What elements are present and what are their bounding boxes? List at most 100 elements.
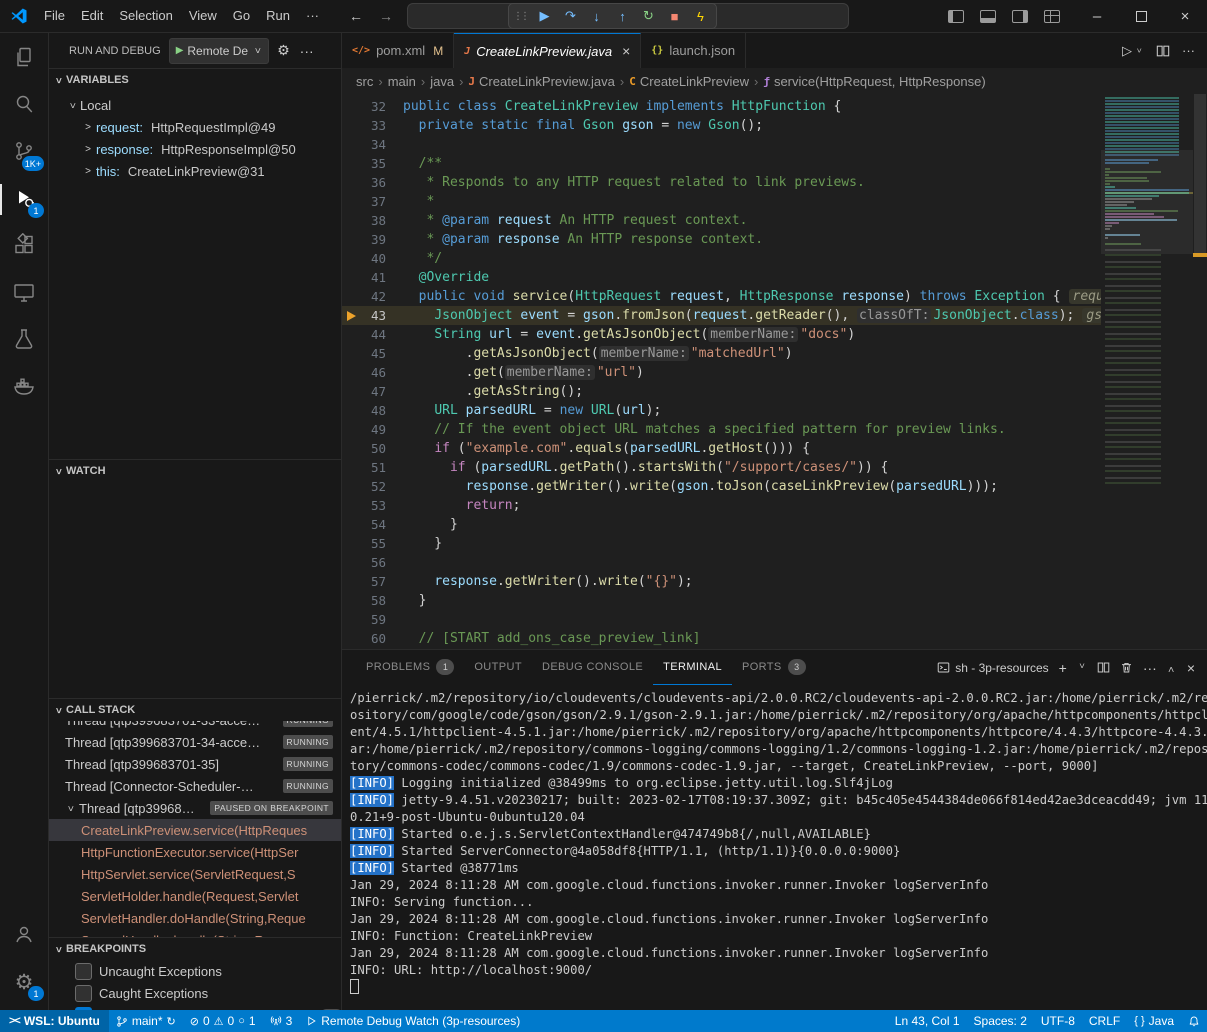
stack-frame[interactable]: HttpServlet.service(ServletRequest,S <box>49 863 341 885</box>
sidebar-more-icon[interactable]: ··· <box>298 43 316 59</box>
activity-search[interactable] <box>0 82 48 129</box>
continue-button[interactable]: ▶ <box>532 6 557 27</box>
launch-config-picker[interactable]: ▶ Remote De > <box>169 38 269 64</box>
panel-tab-problems[interactable]: PROBLEMS1 <box>356 650 464 684</box>
breakpoint-row[interactable]: Caught Exceptions <box>49 982 341 1004</box>
kill-terminal-icon[interactable] <box>1120 661 1133 674</box>
breakpoint-checkbox[interactable] <box>75 963 92 980</box>
menu-item-[interactable]: ··· <box>298 5 327 27</box>
breakpoint-row[interactable]: Uncaught Exceptions <box>49 960 341 982</box>
breakpoints-header[interactable]: >BREAKPOINTS <box>49 938 341 960</box>
stack-frame[interactable]: ServletHandler.doHandle(String,Reque <box>49 907 341 929</box>
ports-forwarded[interactable]: 3 <box>263 1010 300 1032</box>
toggle-secondary-sidebar-icon[interactable] <box>1007 4 1033 28</box>
editor-more-icon[interactable]: ··· <box>1182 43 1195 58</box>
step-out-button[interactable]: ↑ <box>610 6 635 27</box>
call-stack-header[interactable]: >CALL STACK <box>49 699 341 721</box>
activity-extensions[interactable] <box>0 223 48 270</box>
tab-createlinkpreview-java[interactable]: JCreateLinkPreview.java× <box>454 33 641 68</box>
call-stack-thread[interactable]: >Thread [qtp39968…PAUSED ON BREAKPOINT <box>49 797 341 819</box>
call-stack-thread[interactable]: Thread [Connector-Scheduler-…RUNNING <box>49 775 341 797</box>
hot-code-replace-button[interactable]: ϟ <box>688 6 713 27</box>
breadcrumb-item[interactable]: JCreateLinkPreview.java <box>468 74 614 89</box>
terminal-output[interactable]: /pierrick/.m2/repository/io/cloudevents/… <box>342 685 1207 1010</box>
activity-remote-explorer[interactable] <box>0 270 48 317</box>
forward-button[interactable]: → <box>379 8 393 24</box>
cursor-position[interactable]: Ln 43, Col 1 <box>888 1010 967 1032</box>
active-terminal-label[interactable]: sh - 3p-resources <box>937 661 1048 675</box>
code-editor[interactable]: 32public class CreateLinkPreview impleme… <box>342 94 1207 649</box>
toggle-panel-icon[interactable] <box>975 4 1001 28</box>
variables-header[interactable]: >VARIABLES <box>49 69 341 91</box>
split-editor-icon[interactable] <box>1156 44 1170 58</box>
maximize-button[interactable] <box>1119 0 1163 32</box>
problems[interactable]: ⊘0⚠0○1 <box>183 1010 263 1032</box>
debug-gear-icon[interactable]: ⚙ <box>275 42 292 59</box>
activity-run-and-debug[interactable]: 1 <box>0 176 48 223</box>
menu-item-view[interactable]: View <box>181 5 225 27</box>
language-mode[interactable]: { }Java <box>1127 1010 1181 1032</box>
stack-frame[interactable]: CreateLinkPreview.service(HttpReques <box>49 819 341 841</box>
maximize-panel-icon[interactable]: > <box>1166 663 1177 673</box>
panel-tab-terminal[interactable]: TERMINAL <box>653 650 732 685</box>
menu-item-edit[interactable]: Edit <box>73 5 111 27</box>
drag-grip-icon[interactable]: ⋮⋮ <box>513 11 527 22</box>
scrollbar-slider[interactable] <box>1194 94 1206 254</box>
minimize-button[interactable]: – <box>1075 0 1119 32</box>
disconnect-button[interactable]: ■ <box>662 6 687 27</box>
breadcrumb-item[interactable]: src <box>356 74 373 89</box>
editor-scrollbar[interactable] <box>1193 94 1207 649</box>
breakpoint-checkbox[interactable]: ✓ <box>75 1007 92 1011</box>
variable-row[interactable]: >request:HttpRequestImpl@49 <box>49 116 341 138</box>
eol[interactable]: CRLF <box>1082 1010 1127 1032</box>
indentation[interactable]: Spaces: 2 <box>967 1010 1034 1032</box>
panel-tab-ports[interactable]: PORTS3 <box>732 650 816 684</box>
terminal-dropdown-icon[interactable]: > <box>1077 663 1087 673</box>
stack-frame[interactable]: ServletHolder.handle(Request,Servlet <box>49 885 341 907</box>
command-center[interactable]: ⋮⋮▶↷↓↑↻■ϟ <box>407 3 849 29</box>
step-over-button[interactable]: ↷ <box>558 6 583 27</box>
activity-testing[interactable] <box>0 317 48 364</box>
call-stack-thread[interactable]: Thread [qtp399683701-34-acce…RUNNING <box>49 731 341 753</box>
menu-item-run[interactable]: Run <box>258 5 298 27</box>
restart-button[interactable]: ↻ <box>636 6 661 27</box>
call-stack-thread[interactable]: Thread [qtp399683701-33-acce…RUNNING <box>49 721 341 731</box>
activity-explorer[interactable] <box>0 35 48 82</box>
activity-manage[interactable]: ⚙1 <box>0 959 48 1006</box>
encoding[interactable]: UTF-8 <box>1034 1010 1082 1032</box>
notifications[interactable] <box>1181 1010 1207 1032</box>
activity-source-control[interactable]: 1K+ <box>0 129 48 176</box>
activity-docker[interactable] <box>0 364 48 411</box>
panel-tab-output[interactable]: OUTPUT <box>464 650 532 684</box>
close-icon[interactable]: × <box>622 43 630 59</box>
variable-row[interactable]: >response:HttpResponseImpl@50 <box>49 138 341 160</box>
breakpoint-checkbox[interactable] <box>75 985 92 1002</box>
menu-item-selection[interactable]: Selection <box>111 5 180 27</box>
close-panel-icon[interactable]: × <box>1187 660 1195 676</box>
stack-frame[interactable]: HttpFunctionExecutor.service(HttpSer <box>49 841 341 863</box>
debug-status[interactable]: Remote Debug Watch (3p-resources) <box>299 1010 527 1032</box>
breakpoint-row[interactable]: ✓CreateLinkPreview.javasrc/main/java43 <box>49 1004 341 1010</box>
tab-pom-xml[interactable]: </>pom.xmlM <box>342 33 454 68</box>
menu-item-go[interactable]: Go <box>225 5 258 27</box>
menu-item-file[interactable]: File <box>36 5 73 27</box>
panel-tab-debug-console[interactable]: DEBUG CONSOLE <box>532 650 653 684</box>
toggle-sidebar-icon[interactable] <box>943 4 969 28</box>
breadcrumb-item[interactable]: ƒservice(HttpRequest, HttpResponse) <box>763 74 985 89</box>
split-terminal-icon[interactable] <box>1097 661 1110 674</box>
breadcrumb-item[interactable]: java <box>430 74 454 89</box>
minimap[interactable] <box>1101 94 1193 649</box>
breadcrumb-item[interactable]: main <box>388 74 416 89</box>
run-java-button[interactable]: ▷> <box>1122 43 1144 59</box>
breadcrumb-item[interactable]: CCreateLinkPreview <box>629 74 749 89</box>
variable-row[interactable]: >this:CreateLinkPreview@31 <box>49 160 341 182</box>
tab-launch-json[interactable]: {}launch.json <box>641 33 746 68</box>
activity-accounts[interactable] <box>0 912 48 959</box>
new-terminal-icon[interactable]: + <box>1059 660 1067 676</box>
call-stack-thread[interactable]: Thread [qtp399683701-35]RUNNING <box>49 753 341 775</box>
stack-frame[interactable]: ScopedHandler.handle(String,Reque <box>49 929 341 937</box>
watch-header[interactable]: >WATCH <box>49 460 341 482</box>
back-button[interactable]: ← <box>349 8 363 24</box>
git-branch[interactable]: main*↻ <box>109 1010 183 1032</box>
customize-layout-icon[interactable] <box>1039 4 1065 28</box>
